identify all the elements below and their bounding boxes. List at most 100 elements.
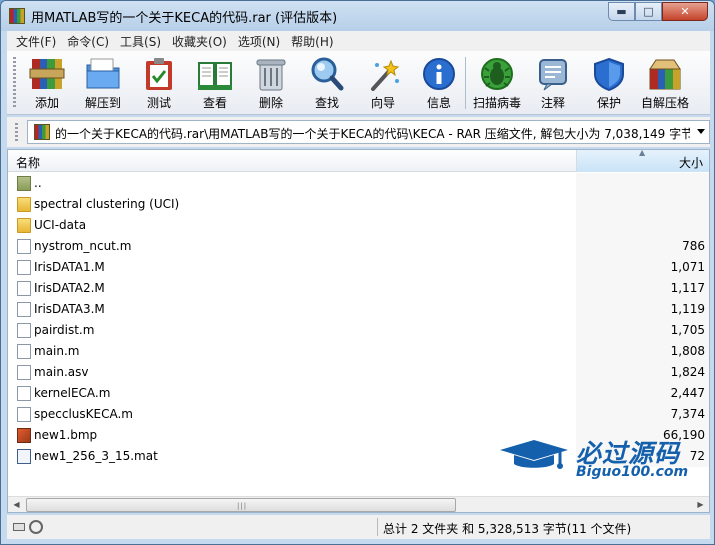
table-row[interactable]: kernelECA.m 2,447 <box>8 383 709 404</box>
file-name: new1_256_3_15.mat <box>34 449 158 463</box>
document-icon <box>17 260 31 275</box>
find-button[interactable]: 查找 <box>299 53 355 111</box>
table-row[interactable]: .. <box>8 173 709 194</box>
table-row[interactable]: spectral clustering (UCI) <box>8 194 709 215</box>
menu-file[interactable]: 文件(F) <box>11 33 61 50</box>
file-name: IrisDATA1.M <box>34 260 105 274</box>
protect-label: 保护 <box>596 96 621 110</box>
file-name: IrisDATA3.M <box>34 302 105 316</box>
bitmap-image-icon <box>17 428 31 443</box>
menu-options[interactable]: 选项(N) <box>233 33 285 50</box>
maximize-button[interactable]: □ <box>635 2 662 21</box>
folder-icon <box>17 218 31 233</box>
folder-icon <box>17 197 31 212</box>
comment-label: 注释 <box>540 96 565 110</box>
wizard-button[interactable]: 向导 <box>355 53 411 111</box>
menu-tools[interactable]: 工具(S) <box>115 33 166 50</box>
view-label: 查看 <box>202 96 227 110</box>
document-icon <box>17 344 31 359</box>
add-archive-icon <box>29 59 65 89</box>
comment-button[interactable]: 注释 <box>525 53 581 111</box>
sfx-label: 自解压格 <box>640 96 689 110</box>
document-icon <box>17 239 31 254</box>
file-name: new1.bmp <box>34 428 98 442</box>
trash-icon <box>256 59 286 91</box>
table-row[interactable]: main.m 1,808 <box>8 341 709 362</box>
menu-favorites[interactable]: 收藏夹(O) <box>167 33 232 50</box>
info-icon <box>423 58 455 90</box>
scan-virus-label: 扫描病毒 <box>472 96 521 110</box>
table-row[interactable]: IrisDATA3.M 1,119 <box>8 299 709 320</box>
menu-help[interactable]: 帮助(H) <box>286 33 338 50</box>
scan-virus-button[interactable]: 扫描病毒 <box>469 53 525 111</box>
scroll-right-icon[interactable]: ▶ <box>692 497 709 512</box>
file-size: 1,824 <box>670 365 705 379</box>
file-size: 1,119 <box>670 302 705 316</box>
document-icon <box>17 302 31 317</box>
file-name: UCI-data <box>34 218 87 232</box>
window-controls: ▬ □ ✕ <box>608 2 708 21</box>
column-size-header[interactable]: ▲ 大小 <box>576 150 709 172</box>
test-button[interactable]: 测试 <box>131 53 187 111</box>
test-clipboard-icon <box>146 58 172 90</box>
table-row[interactable]: UCI-data <box>8 215 709 236</box>
file-size: 7,374 <box>670 407 705 421</box>
comment-note-icon <box>539 59 567 91</box>
graduation-cap-icon <box>500 440 568 469</box>
window-title: 用MATLAB写的一个关于KECA的代码.rar (评估版本) <box>31 11 338 26</box>
scroll-left-icon[interactable]: ◀ <box>8 497 25 512</box>
chevron-down-icon[interactable] <box>697 129 705 134</box>
status-summary: 总计 2 文件夹 和 5,328,513 字节(11 个文件) <box>383 522 632 536</box>
info-button[interactable]: 信息 <box>411 53 467 111</box>
file-name: kernelECA.m <box>34 386 111 400</box>
mat-file-icon <box>17 449 31 464</box>
delete-button[interactable]: 删除 <box>243 53 299 111</box>
table-row[interactable]: IrisDATA2.M 1,117 <box>8 278 709 299</box>
sfx-box-icon <box>649 59 681 90</box>
virus-bug-icon <box>481 58 513 90</box>
table-row[interactable]: specclusKECA.m 7,374 <box>8 404 709 425</box>
view-button[interactable]: 查看 <box>187 53 243 111</box>
address-grip[interactable] <box>15 123 18 141</box>
scrollbar-thumb[interactable]: ||| <box>26 498 456 512</box>
document-icon <box>17 365 31 380</box>
file-name: IrisDATA2.M <box>34 281 105 295</box>
table-row[interactable]: nystrom_ncut.m 786 <box>8 236 709 257</box>
file-rows: .. spectral clustering (UCI) UCI-data ny… <box>8 173 709 467</box>
close-button[interactable]: ✕ <box>662 2 708 21</box>
sfx-button[interactable]: 自解压格 <box>637 53 693 111</box>
address-field[interactable]: 的一个关于KECA的代码.rar\用MATLAB写的一个关于KECA的代码\KE… <box>27 120 710 144</box>
document-icon <box>17 323 31 338</box>
menu-commands[interactable]: 命令(C) <box>62 33 114 50</box>
table-row[interactable]: IrisDATA1.M 1,071 <box>8 257 709 278</box>
protect-button[interactable]: 保护 <box>581 53 637 111</box>
horizontal-scrollbar[interactable]: ◀ ||| ▶ <box>8 496 709 512</box>
add-button[interactable]: 添加 <box>19 53 75 111</box>
toolbar-grip[interactable] <box>13 57 16 109</box>
shield-icon <box>594 57 624 91</box>
document-icon <box>17 407 31 422</box>
file-size: 786 <box>682 239 705 253</box>
column-name-header[interactable]: 名称 <box>16 154 40 171</box>
table-row[interactable]: pairdist.m 1,705 <box>8 320 709 341</box>
sort-ascending-icon: ▲ <box>639 149 646 157</box>
menu-bar: 文件(F) 命令(C) 工具(S) 收藏夹(O) 选项(N) 帮助(H) <box>7 31 710 51</box>
wizard-wand-icon <box>371 59 400 91</box>
file-name: spectral clustering (UCI) <box>34 197 180 211</box>
find-label: 查找 <box>314 96 339 110</box>
file-size: 1,117 <box>670 281 705 295</box>
file-name: main.m <box>34 344 80 358</box>
drive-icon[interactable] <box>13 523 25 531</box>
title-bar[interactable]: 用MATLAB写的一个关于KECA的代码.rar (评估版本) ▬ □ ✕ <box>1 1 714 31</box>
toolbar-separator <box>465 57 466 109</box>
file-size: 2,447 <box>670 386 705 400</box>
test-label: 测试 <box>146 96 171 110</box>
winrar-app-icon <box>9 8 25 24</box>
table-row[interactable]: main.asv 1,824 <box>8 362 709 383</box>
file-name: pairdist.m <box>34 323 95 337</box>
key-icon[interactable] <box>29 520 43 534</box>
rar-archive-icon <box>34 124 50 140</box>
extract-to-button[interactable]: 解压到 <box>75 53 131 111</box>
minimize-button[interactable]: ▬ <box>608 2 635 21</box>
winrar-window: 用MATLAB写的一个关于KECA的代码.rar (评估版本) ▬ □ ✕ 文件… <box>0 0 715 545</box>
